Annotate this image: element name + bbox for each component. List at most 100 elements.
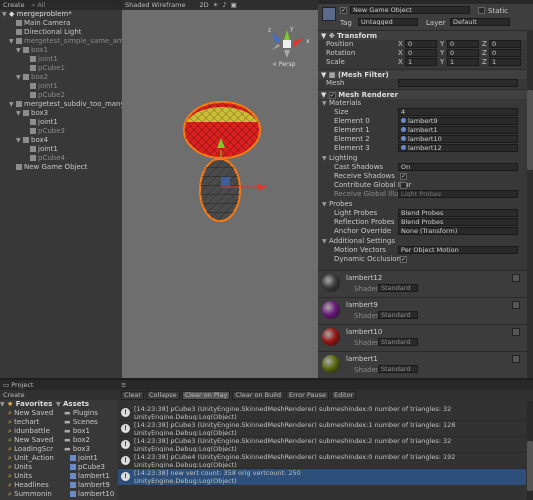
probes-foldout[interactable]: ▼ Probes: [318, 200, 533, 209]
hierarchy-item[interactable]: joint1: [0, 55, 122, 64]
chevron-down-icon[interactable]: ▼: [16, 73, 23, 82]
move-handle-plane[interactable]: [221, 177, 230, 186]
contribute-gi-checkbox[interactable]: [400, 182, 407, 189]
favorite-item[interactable]: ⌕ Units: [0, 472, 54, 481]
effects-toggle-icon[interactable]: ▣: [231, 1, 237, 9]
move-handle-x-arrow[interactable]: [258, 184, 268, 190]
asset-folder[interactable]: ▬ box1: [56, 427, 118, 436]
hierarchy-item[interactable]: pCube2: [0, 91, 122, 100]
chevron-down-icon[interactable]: ▼: [16, 109, 23, 118]
mesh-bottom-gray[interactable]: [199, 158, 241, 222]
chevron-down-icon[interactable]: ▼: [321, 32, 326, 40]
material-preview[interactable]: lambert12 Shader Standard: [318, 270, 527, 297]
favorite-item[interactable]: ⌕ LoadingScr: [0, 445, 54, 454]
hierarchy-item[interactable]: ▼ box4: [0, 136, 122, 145]
material-settings-icon[interactable]: [512, 274, 520, 282]
rotation-x-field[interactable]: 0: [405, 49, 437, 57]
position-y-field[interactable]: 0: [447, 40, 479, 48]
console-log-entry[interactable]: ! [14:23:38] pCube3 (UnityEngine.SkinnedM…: [118, 405, 526, 421]
hierarchy-item[interactable]: Directional Light: [0, 28, 122, 37]
favorite-item[interactable]: ⌕ Headlines: [0, 481, 54, 490]
material-element-field[interactable]: lambert10: [398, 135, 518, 143]
active-checkbox[interactable]: ✓: [340, 7, 347, 14]
scene-canvas[interactable]: y x z < Persp: [122, 10, 318, 378]
hierarchy-item[interactable]: ▼ box1: [0, 46, 122, 55]
asset-folder[interactable]: ▬ box3: [56, 445, 118, 454]
gizmo-x-axis[interactable]: [294, 38, 304, 47]
search-field[interactable]: ⌕ All: [28, 1, 119, 9]
audio-toggle-icon[interactable]: ♪: [222, 1, 226, 9]
motion-vectors-dropdown[interactable]: Per Object Motion: [398, 246, 518, 254]
hierarchy-item[interactable]: ▼ mergetest_simple_same_amou: [0, 37, 122, 46]
hierarchy-item[interactable]: ▼ mergetest_subdiv_too_many_t: [0, 100, 122, 109]
rotation-z-field[interactable]: 0: [489, 49, 521, 57]
chevron-down-icon[interactable]: ▼: [322, 237, 329, 246]
anchor-override-field[interactable]: None (Transform): [398, 227, 518, 235]
light-toggle-icon[interactable]: ☀: [213, 1, 219, 9]
asset-file[interactable]: joint1: [56, 454, 118, 463]
scale-z-field[interactable]: 1: [489, 58, 521, 66]
scale-y-field[interactable]: 1: [447, 58, 479, 66]
hierarchy-item[interactable]: pCube1: [0, 64, 122, 73]
console-log-entry[interactable]: ! [14:23:38] pCube4 (UnityEngine.SkinnedM…: [118, 453, 526, 469]
hierarchy-item[interactable]: pCube4: [0, 154, 122, 163]
chevron-down-icon[interactable]: ▼: [9, 37, 16, 46]
console-option-button[interactable]: Error Pause: [285, 390, 329, 400]
hierarchy-item[interactable]: Main Camera: [0, 19, 122, 28]
dynamic-occlusion-checkbox[interactable]: ✓: [400, 256, 407, 263]
inspector-scrollbar-thumb[interactable]: [527, 90, 533, 170]
gizmo-center[interactable]: [283, 40, 291, 48]
project-tab[interactable]: ▭ Project: [3, 381, 33, 389]
inspector-scrollbar[interactable]: [527, 30, 533, 378]
reflection-probes-dropdown[interactable]: Blend Probes: [398, 218, 518, 226]
favorite-item[interactable]: ⌕ Units: [0, 463, 54, 472]
asset-file[interactable]: lambert9: [56, 481, 118, 490]
mesh-renderer-header[interactable]: ▼ ✓ Mesh Renderer: [318, 89, 533, 99]
hierarchy-item[interactable]: joint1: [0, 118, 122, 127]
material-preview[interactable]: lambert10 Shader Standard: [318, 324, 527, 351]
hierarchy-item[interactable]: ▼ box2: [0, 73, 122, 82]
console-log-entry[interactable]: ! [14:23:38] new vert count: 358 orig ver…: [118, 469, 526, 485]
chevron-down-icon[interactable]: ▼: [322, 99, 329, 108]
chevron-down-icon[interactable]: ▼: [9, 100, 16, 109]
additional-settings-foldout[interactable]: ▼ Additional Settings: [318, 237, 533, 246]
material-settings-icon[interactable]: [512, 301, 520, 309]
console-option-button[interactable]: Clear on Play: [181, 390, 231, 400]
chevron-down-icon[interactable]: ▼: [16, 136, 23, 145]
create-dropdown[interactable]: Create: [3, 1, 25, 9]
receive-shadows-checkbox[interactable]: ✓: [400, 173, 407, 180]
hierarchy-item[interactable]: pCube3: [0, 127, 122, 136]
position-z-field[interactable]: 0: [489, 40, 521, 48]
favorite-item[interactable]: ⌕ Summonin: [0, 490, 54, 499]
assets-header[interactable]: ▼ Assets: [56, 400, 118, 409]
chevron-down-icon[interactable]: ▼: [321, 91, 326, 99]
shader-dropdown[interactable]: Standard: [378, 338, 418, 346]
material-settings-icon[interactable]: [512, 355, 520, 363]
mesh-filter-header[interactable]: ▼ ▦ (Mesh Filter): [318, 69, 533, 79]
scale-x-field[interactable]: 1: [405, 58, 437, 66]
hierarchy-item[interactable]: ▼ box3: [0, 109, 122, 118]
mesh-top-red[interactable]: [183, 101, 261, 159]
shader-dropdown[interactable]: Standard: [378, 284, 418, 292]
chevron-down-icon[interactable]: ▼: [321, 71, 326, 79]
material-element-field[interactable]: lambert9: [398, 117, 518, 125]
favorites-header[interactable]: ▼ ★ Favorites: [0, 400, 54, 409]
size-field[interactable]: 4: [398, 108, 518, 116]
console-tab[interactable]: ≡: [121, 381, 126, 389]
console-log-entry[interactable]: ! [14:23:38] pCube3 (UnityEngine.SkinnedM…: [118, 437, 526, 453]
hierarchy-item[interactable]: joint1: [0, 145, 122, 154]
hierarchy-item[interactable]: joint1: [0, 82, 122, 91]
light-probes-dropdown[interactable]: Blend Probes: [398, 209, 518, 217]
lighting-foldout[interactable]: ▼ Lighting: [318, 154, 533, 163]
asset-file[interactable]: pCube3: [56, 463, 118, 472]
console-option-button[interactable]: Collapse: [146, 390, 180, 400]
scene-view[interactable]: Shaded Wireframe 2D ☀ ♪ ▣ y x z < Persp: [122, 0, 318, 378]
cast-shadows-dropdown[interactable]: On: [398, 163, 518, 171]
favorite-item[interactable]: ⌕ Unit_Action: [0, 454, 54, 463]
mesh-field[interactable]: [398, 79, 518, 87]
asset-file[interactable]: lambert10: [56, 490, 118, 499]
scene-root[interactable]: ▼ ◆ mergeproblem*: [0, 10, 122, 19]
tag-dropdown[interactable]: Untagged: [358, 18, 418, 26]
asset-folder[interactable]: ▬ Scenes: [56, 418, 118, 427]
hierarchy-item[interactable]: New Game Object: [0, 163, 122, 172]
